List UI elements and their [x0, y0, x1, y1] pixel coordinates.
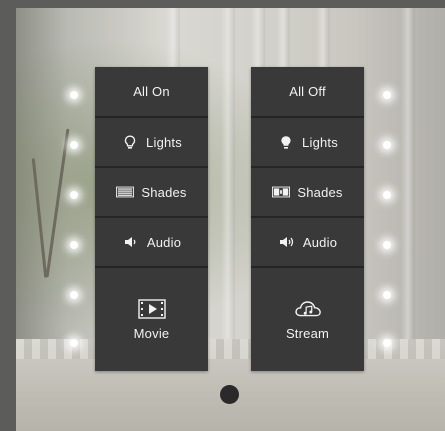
audio-down-button[interactable]: Audio [95, 218, 208, 268]
mirror-led-light [70, 191, 78, 199]
proximity-sensor [220, 385, 239, 404]
all-off-button[interactable]: All Off [251, 67, 364, 118]
mirror-led-light [383, 141, 391, 149]
mirror-led-light [70, 339, 78, 347]
mirror-led-light [383, 191, 391, 199]
audio-label: Audio [146, 234, 182, 250]
plant-stem [45, 128, 70, 278]
mirror-led-light [70, 241, 78, 249]
all-on-label: All On [133, 84, 170, 99]
lightbulb-outline-icon [121, 135, 139, 149]
shades-icon [272, 185, 291, 199]
audio-label: Audio [302, 234, 338, 250]
stream-label: Stream [285, 326, 330, 341]
lights-label: Lights [146, 134, 182, 150]
all-off-label: All Off [289, 84, 326, 99]
shades-open-button[interactable]: Shades [95, 168, 208, 218]
mirror-led-light [383, 339, 391, 347]
mirror-led-light [383, 91, 391, 99]
mirror-led-light [383, 241, 391, 249]
shades-label: Shades [141, 184, 187, 200]
lights-on-button[interactable]: Lights [95, 118, 208, 168]
film-icon [137, 298, 166, 320]
right-control-panel: All Off Lights Shades Audio Stream [251, 67, 364, 371]
mirror-led-light [383, 291, 391, 299]
left-control-panel: All On Lights Shades Audio Movie [95, 67, 208, 371]
shades-close-button[interactable]: Shades [251, 168, 364, 218]
all-on-button[interactable]: All On [95, 67, 208, 118]
mirror-led-light [70, 91, 78, 99]
lightbulb-filled-icon [277, 135, 295, 149]
movie-scene-button[interactable]: Movie [95, 268, 208, 371]
lights-label: Lights [302, 134, 338, 150]
shades-icon [116, 185, 135, 199]
shades-label: Shades [297, 184, 343, 200]
movie-label: Movie [133, 326, 170, 341]
mirror-led-light [70, 291, 78, 299]
speaker-waves-icon [278, 235, 296, 249]
plant-stem [31, 158, 48, 278]
cloud-music-icon [294, 298, 322, 320]
mirror-led-light [70, 141, 78, 149]
lights-off-button[interactable]: Lights [251, 118, 364, 168]
audio-up-button[interactable]: Audio [251, 218, 364, 268]
stream-scene-button[interactable]: Stream [251, 268, 364, 371]
speaker-icon [122, 235, 140, 249]
mirror-background [16, 8, 445, 431]
